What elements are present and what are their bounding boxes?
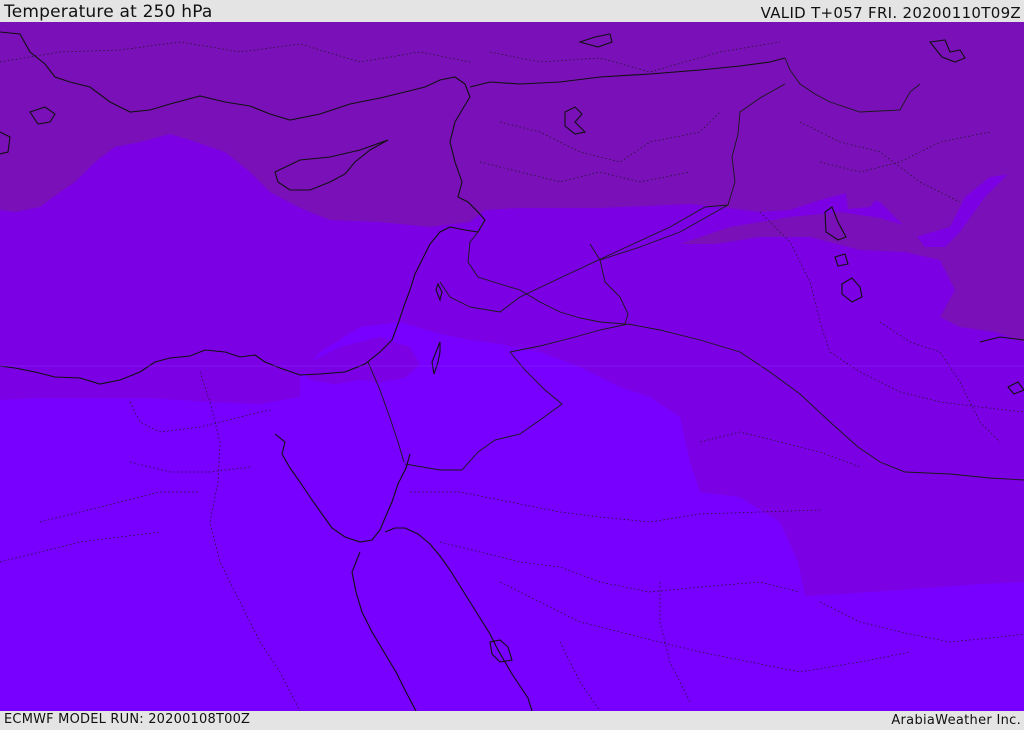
weather-map[interactable] bbox=[0, 22, 1024, 711]
valid-time: VALID T+057 FRI. 20200110T09Z bbox=[760, 4, 1021, 22]
map-canvas[interactable] bbox=[0, 22, 1024, 711]
footer-bar: ECMWF MODEL RUN: 20200108T00Z ArabiaWeat… bbox=[0, 711, 1024, 729]
map-title: Temperature at 250 hPa bbox=[4, 2, 213, 22]
header-bar: Temperature at 250 hPa VALID T+057 FRI. … bbox=[0, 0, 1024, 22]
credit: ArabiaWeather Inc. bbox=[891, 713, 1021, 728]
model-run: ECMWF MODEL RUN: 20200108T00Z bbox=[4, 712, 251, 727]
